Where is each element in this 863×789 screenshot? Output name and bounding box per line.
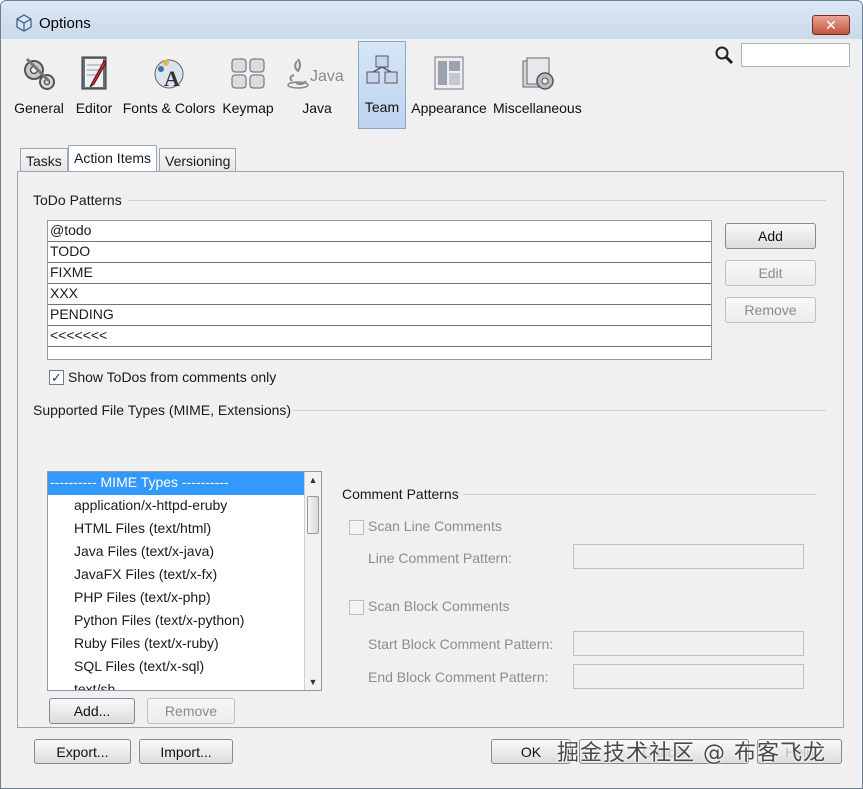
- start-block-comment-pattern-label: Start Block Comment Pattern:: [368, 636, 554, 652]
- svg-text:Java: Java: [310, 68, 344, 85]
- scroll-up-arrow-icon[interactable]: ▲: [305, 472, 321, 488]
- supported-file-types-heading: Supported File Types (MIME, Extensions): [33, 402, 292, 418]
- options-dialog: Options ✕ General Editor A Fonts & Color…: [0, 0, 863, 789]
- todo-pattern-row[interactable]: TODO: [48, 242, 711, 263]
- category-keymap[interactable]: Keymap: [220, 43, 276, 129]
- category-label: Java: [302, 100, 332, 116]
- mime-types-list[interactable]: ---------- MIME Types ---------- applica…: [47, 471, 322, 691]
- import-button[interactable]: Import...: [139, 739, 233, 764]
- comment-patterns-separator: [463, 494, 817, 495]
- end-block-comment-pattern-field[interactable]: [573, 664, 804, 689]
- netbeans-cube-icon: [16, 14, 32, 32]
- list-item[interactable]: Python Files (text/x-python): [48, 610, 305, 633]
- team-icon: [366, 55, 398, 84]
- todo-patterns-separator: [128, 200, 826, 201]
- miscellaneous-icon: [522, 57, 554, 90]
- tab-label: Versioning: [165, 153, 231, 169]
- remove-file-type-button[interactable]: Remove: [147, 698, 235, 724]
- tab-action-items[interactable]: Action Items: [68, 145, 158, 174]
- list-item[interactable]: PHP Files (text/x-php): [48, 587, 305, 610]
- list-item[interactable]: Java Files (text/x-java): [48, 541, 305, 564]
- category-appearance[interactable]: Appearance: [411, 43, 487, 129]
- scan-block-comments-checkbox[interactable]: [349, 600, 364, 615]
- category-label: Keymap: [222, 100, 274, 116]
- category-label: Miscellaneous: [493, 100, 582, 116]
- list-item[interactable]: JavaFX Files (text/x-fx): [48, 564, 305, 587]
- line-comment-pattern-field[interactable]: [573, 544, 804, 569]
- line-comment-pattern-label: Line Comment Pattern:: [368, 550, 512, 566]
- list-item[interactable]: Ruby Files (text/x-ruby): [48, 633, 305, 656]
- action-items-panel: ToDo Patterns @todo TODO FIXME XXX PENDI…: [17, 171, 844, 728]
- gears-icon: [24, 57, 55, 90]
- editor-icon: [81, 56, 107, 90]
- todo-pattern-row[interactable]: XXX: [48, 284, 711, 305]
- file-types-separator: [293, 410, 826, 411]
- category-editor[interactable]: Editor: [71, 43, 117, 129]
- close-icon: ✕: [825, 17, 837, 33]
- list-item[interactable]: text/sh: [48, 679, 305, 690]
- category-label: Editor: [75, 100, 113, 116]
- show-todos-comments-only-checkbox[interactable]: ✓: [49, 370, 64, 385]
- show-todos-comments-only-label: Show ToDos from comments only: [68, 369, 277, 385]
- category-team[interactable]: Team: [358, 41, 406, 129]
- window-title: Options: [39, 15, 91, 32]
- category-label: Appearance: [411, 100, 487, 116]
- start-block-comment-pattern-field[interactable]: [573, 631, 804, 656]
- search-input[interactable]: [741, 43, 850, 67]
- close-button[interactable]: ✕: [812, 15, 850, 35]
- end-block-comment-pattern-label: End Block Comment Pattern:: [368, 669, 549, 685]
- export-button[interactable]: Export...: [34, 739, 131, 764]
- scan-line-comments-checkbox[interactable]: [349, 520, 364, 535]
- scroll-thumb[interactable]: [307, 496, 319, 534]
- tab-label: Action Items: [74, 150, 152, 166]
- search-icon: [715, 46, 734, 65]
- fonts-colors-icon: A: [154, 59, 184, 91]
- scroll-down-arrow-icon[interactable]: ▼: [305, 674, 321, 690]
- category-fonts-colors[interactable]: A Fonts & Colors: [121, 43, 217, 129]
- comment-patterns-heading: Comment Patterns: [342, 486, 459, 502]
- category-java[interactable]: Java Java: [281, 43, 353, 129]
- category-label: General: [14, 100, 64, 116]
- list-item[interactable]: SQL Files (text/x-sql): [48, 656, 305, 679]
- edit-pattern-button[interactable]: Edit: [725, 260, 816, 286]
- tab-label: Tasks: [26, 153, 62, 169]
- mime-list-scrollbar[interactable]: ▲ ▼: [304, 472, 321, 690]
- add-pattern-button[interactable]: Add: [725, 223, 816, 249]
- keymap-icon: [231, 58, 265, 89]
- todo-pattern-row[interactable]: PENDING: [48, 305, 711, 326]
- watermark-text: 掘金技术社区 @ 布客飞龙: [557, 741, 826, 766]
- scan-line-comments-label: Scan Line Comments: [368, 518, 502, 534]
- svg-text:A: A: [164, 66, 180, 91]
- remove-pattern-button[interactable]: Remove: [725, 297, 816, 323]
- todo-pattern-row[interactable]: @todo: [48, 221, 711, 242]
- list-item[interactable]: application/x-httpd-eruby: [48, 495, 305, 518]
- list-item[interactable]: ---------- MIME Types ----------: [48, 472, 305, 495]
- todo-pattern-row[interactable]: <<<<<<<: [48, 326, 711, 347]
- add-file-type-button[interactable]: Add...: [49, 698, 135, 724]
- todo-patterns-heading: ToDo Patterns: [33, 192, 122, 208]
- todo-patterns-table[interactable]: @todo TODO FIXME XXX PENDING <<<<<<<: [47, 220, 712, 360]
- category-label: Team: [364, 99, 400, 115]
- java-icon: Java: [287, 58, 344, 89]
- category-general[interactable]: General: [11, 43, 67, 129]
- scan-block-comments-label: Scan Block Comments: [368, 598, 510, 614]
- todo-pattern-row[interactable]: FIXME: [48, 263, 711, 284]
- dialog-content: General Editor A Fonts & Colors Keymap J…: [1, 39, 862, 788]
- category-label: Fonts & Colors: [122, 100, 216, 116]
- category-miscellaneous[interactable]: Miscellaneous: [493, 43, 582, 129]
- appearance-icon: [434, 56, 464, 90]
- list-item[interactable]: HTML Files (text/html): [48, 518, 305, 541]
